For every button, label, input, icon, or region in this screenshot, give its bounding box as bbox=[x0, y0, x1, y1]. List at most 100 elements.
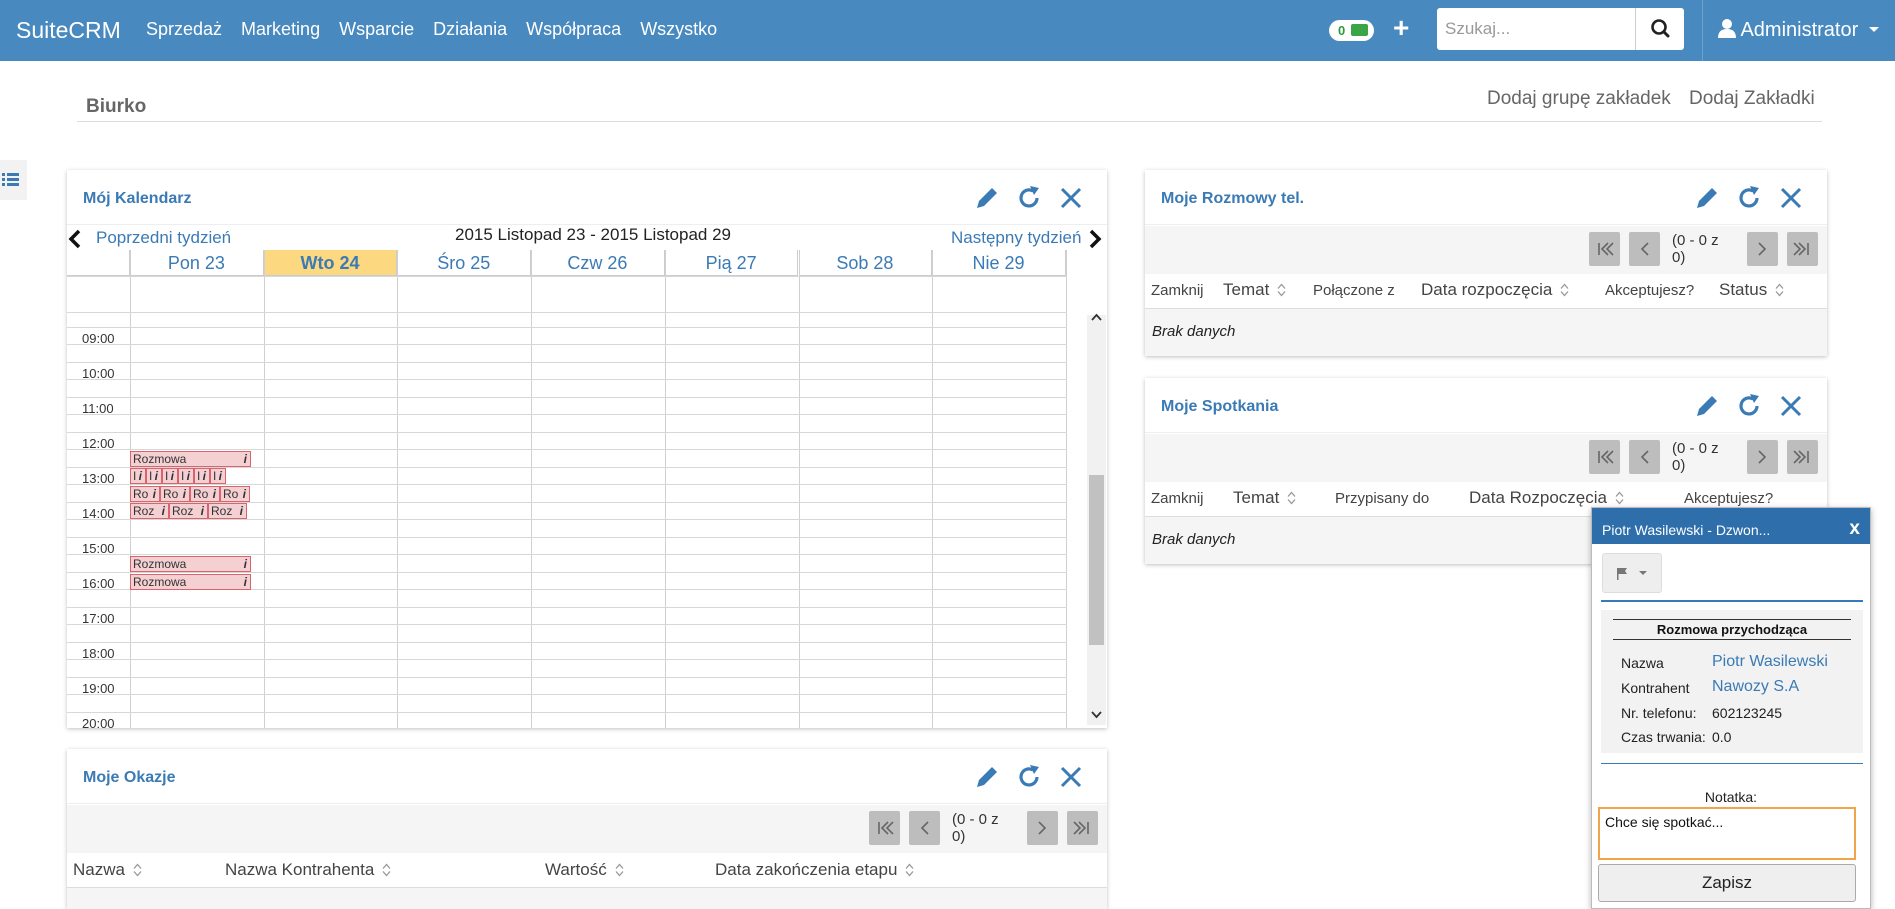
chevron-left-icon[interactable] bbox=[68, 229, 82, 249]
day-header[interactable]: Pią 27 bbox=[664, 250, 799, 276]
col-close-date[interactable]: Data zakończenia etapu bbox=[715, 860, 914, 880]
prev-page-button[interactable] bbox=[1629, 232, 1660, 266]
menu-sales[interactable]: Sprzedaż bbox=[146, 19, 222, 40]
calendar-event[interactable]: Ro i bbox=[130, 486, 160, 502]
refresh-icon[interactable] bbox=[1015, 763, 1043, 791]
scroll-up-icon[interactable] bbox=[1091, 312, 1102, 322]
event-info-icon[interactable]: i bbox=[243, 487, 246, 501]
calendar-event[interactable]: Ro i bbox=[190, 486, 220, 502]
previous-week-link[interactable]: Poprzedni tydzień bbox=[96, 228, 231, 248]
next-week-link[interactable]: Następny tydzień bbox=[951, 228, 1081, 248]
event-info-icon[interactable]: i bbox=[219, 469, 222, 483]
event-info-icon[interactable]: i bbox=[201, 504, 204, 518]
event-info-icon[interactable]: i bbox=[162, 504, 165, 518]
menu-all[interactable]: Wszystko bbox=[640, 19, 717, 40]
opportunities-title[interactable]: Moje Okazje bbox=[83, 769, 175, 787]
last-page-button[interactable] bbox=[1787, 440, 1818, 474]
last-page-button[interactable] bbox=[1787, 232, 1818, 266]
calendar-event[interactable]: Ii bbox=[130, 468, 146, 484]
user-menu[interactable]: Administrator bbox=[1718, 18, 1880, 42]
event-info-icon[interactable]: i bbox=[155, 469, 158, 483]
event-info-icon[interactable]: i bbox=[187, 469, 190, 483]
event-info-icon[interactable]: i bbox=[171, 469, 174, 483]
create-plus-icon[interactable]: + bbox=[1393, 12, 1409, 44]
meetings-title[interactable]: Moje Spotkania bbox=[1161, 398, 1278, 416]
event-info-icon[interactable]: i bbox=[153, 487, 156, 501]
next-page-button[interactable] bbox=[1747, 440, 1778, 474]
day-header[interactable]: Nie 29 bbox=[932, 250, 1066, 276]
next-page-button[interactable] bbox=[1027, 811, 1058, 845]
day-header[interactable]: Czw 26 bbox=[531, 250, 665, 276]
event-info-icon[interactable]: i bbox=[244, 575, 247, 589]
calendar-event[interactable]: Ro i bbox=[160, 486, 190, 502]
col-start-date[interactable]: Data Rozpoczęcia bbox=[1469, 488, 1624, 508]
search-button[interactable] bbox=[1635, 8, 1684, 50]
col-name[interactable]: Nazwa bbox=[73, 860, 142, 880]
day-header[interactable]: Sob 28 bbox=[798, 250, 933, 276]
save-button[interactable]: Zapisz bbox=[1598, 864, 1856, 902]
popup-header[interactable]: Piotr Wasilewski - Dzwon... x bbox=[1592, 508, 1870, 544]
event-info-icon[interactable]: i bbox=[244, 452, 247, 466]
calendar-event[interactable]: Ii bbox=[194, 468, 210, 484]
contact-name-link[interactable]: Piotr Wasilewski bbox=[1712, 653, 1828, 671]
edit-pencil-icon[interactable] bbox=[973, 763, 1001, 791]
calendar-event[interactable]: Ii bbox=[210, 468, 226, 484]
edit-pencil-icon[interactable] bbox=[973, 184, 1001, 212]
scroll-down-icon[interactable] bbox=[1091, 710, 1102, 720]
last-page-button[interactable] bbox=[1067, 811, 1098, 845]
col-account-name[interactable]: Nazwa Kontrahenta bbox=[225, 860, 391, 880]
day-header[interactable]: Pon 23 bbox=[130, 250, 264, 276]
col-amount[interactable]: Wartość bbox=[545, 860, 624, 880]
notification-badge[interactable]: 0 bbox=[1329, 20, 1374, 41]
refresh-icon[interactable] bbox=[1015, 184, 1043, 212]
note-textarea[interactable] bbox=[1598, 807, 1856, 860]
edit-pencil-icon[interactable] bbox=[1693, 392, 1721, 420]
col-subject[interactable]: Temat bbox=[1223, 280, 1286, 300]
close-icon[interactable] bbox=[1777, 184, 1805, 212]
prev-page-button[interactable] bbox=[909, 811, 940, 845]
event-info-icon[interactable]: i bbox=[213, 487, 216, 501]
calendar-scrollbar[interactable] bbox=[1087, 312, 1106, 725]
day-header[interactable]: Śro 25 bbox=[397, 250, 532, 276]
first-page-button[interactable] bbox=[869, 811, 900, 845]
add-tab-group-link[interactable]: Dodaj grupę zakładek bbox=[1487, 88, 1671, 110]
edit-pencil-icon[interactable] bbox=[1693, 184, 1721, 212]
event-info-icon[interactable]: i bbox=[244, 557, 247, 571]
calendar-title[interactable]: Mój Kalendarz bbox=[83, 190, 191, 208]
calendar-event[interactable]: Ii bbox=[162, 468, 178, 484]
calendar-event[interactable]: Roz i bbox=[208, 503, 247, 519]
account-name-link[interactable]: Nawozy S.A bbox=[1712, 678, 1799, 696]
brand-logo[interactable]: SuiteCRM bbox=[16, 17, 121, 44]
refresh-icon[interactable] bbox=[1735, 392, 1763, 420]
close-icon[interactable] bbox=[1057, 763, 1085, 791]
search-input[interactable] bbox=[1437, 8, 1635, 50]
first-page-button[interactable] bbox=[1589, 232, 1620, 266]
next-page-button[interactable] bbox=[1747, 232, 1778, 266]
menu-collaboration[interactable]: Współpraca bbox=[526, 19, 621, 40]
sidebar-toggle[interactable] bbox=[0, 160, 27, 200]
event-info-icon[interactable]: i bbox=[203, 469, 206, 483]
scrollbar-thumb[interactable] bbox=[1089, 475, 1104, 645]
prev-page-button[interactable] bbox=[1629, 440, 1660, 474]
refresh-icon[interactable] bbox=[1735, 184, 1763, 212]
col-subject[interactable]: Temat bbox=[1233, 488, 1296, 508]
flag-dropdown-button[interactable] bbox=[1602, 553, 1662, 593]
calendar-event[interactable]: Rozmowa i bbox=[130, 451, 251, 467]
calls-title[interactable]: Moje Rozmowy tel. bbox=[1161, 190, 1304, 208]
event-info-icon[interactable]: i bbox=[139, 469, 142, 483]
chevron-right-icon[interactable] bbox=[1088, 229, 1102, 249]
menu-marketing[interactable]: Marketing bbox=[241, 19, 320, 40]
calendar-event[interactable]: Ro i bbox=[220, 486, 250, 502]
day-header[interactable]: Wto 24 bbox=[263, 250, 398, 276]
add-tabs-link[interactable]: Dodaj Zakładki bbox=[1689, 88, 1815, 110]
menu-support[interactable]: Wsparcie bbox=[339, 19, 414, 40]
first-page-button[interactable] bbox=[1589, 440, 1620, 474]
col-start-date[interactable]: Data rozpoczęcia bbox=[1421, 280, 1569, 300]
event-info-icon[interactable]: i bbox=[240, 504, 243, 518]
event-info-icon[interactable]: i bbox=[183, 487, 186, 501]
calendar-event[interactable]: Roz i bbox=[130, 503, 169, 519]
close-icon[interactable] bbox=[1057, 184, 1085, 212]
close-icon[interactable] bbox=[1777, 392, 1805, 420]
col-status[interactable]: Status bbox=[1719, 280, 1784, 300]
calendar-event[interactable]: Ii bbox=[178, 468, 194, 484]
